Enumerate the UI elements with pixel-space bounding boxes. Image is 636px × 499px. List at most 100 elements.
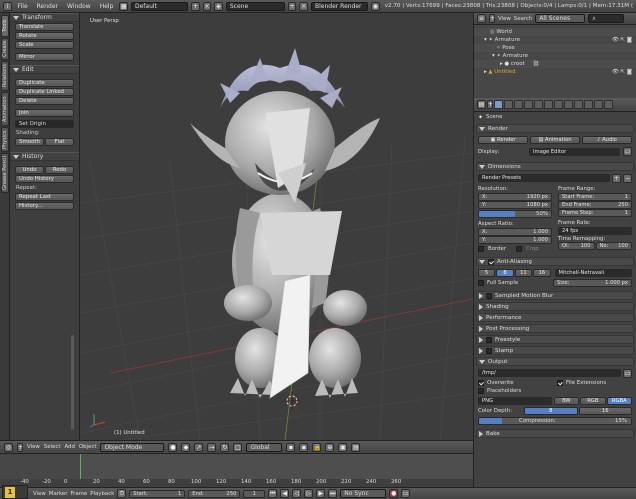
object-tab-icon[interactable] [534, 100, 543, 109]
editor-type-icon[interactable]: ▤ [477, 100, 486, 109]
tab-animation[interactable]: Animation [1, 92, 9, 126]
file-extensions-checkbox[interactable] [557, 380, 563, 386]
pivot-point-icon[interactable]: ◆ [181, 442, 191, 452]
play-reverse-icon[interactable]: ◁ [292, 489, 302, 498]
translate-manipulator-icon[interactable]: → [207, 442, 217, 452]
snap-icon[interactable]: ⊕ [325, 442, 335, 452]
join-button[interactable]: Join [15, 109, 74, 117]
opengl-render-icon[interactable]: ▤ [351, 442, 361, 452]
layer-buttons-icon[interactable]: ▪ [286, 442, 296, 452]
audio-button[interactable]: ♪ Audio [582, 136, 632, 144]
render-engine-dropdown[interactable]: Blender Render [311, 1, 369, 11]
tool-shelf-scrollbar[interactable] [71, 335, 74, 430]
color-rgb-button[interactable]: RGB [580, 397, 606, 405]
full-sample-checkbox[interactable] [478, 280, 484, 286]
outliner-item-croot[interactable]: ▸ ● croot ⛓ [474, 60, 636, 68]
transform-orientation-dropdown[interactable]: Global [246, 442, 283, 452]
smooth-button[interactable]: Smooth [15, 138, 44, 146]
anti-aliasing-panel-header[interactable]: Anti-Aliasing [476, 257, 634, 266]
editor-type-icon[interactable]: ◎ [4, 442, 13, 452]
outliner-item-world[interactable]: ◍ World [474, 28, 636, 36]
color-rgba-button[interactable]: RGBA [606, 397, 632, 405]
compression-slider[interactable]: Compression: 15% [478, 417, 632, 425]
motion-blur-checkbox[interactable] [486, 292, 492, 299]
rotate-manipulator-icon[interactable]: ↻ [220, 442, 230, 452]
keying-set-icon[interactable]: ▭ [401, 489, 411, 498]
redo-button[interactable]: Redo [45, 166, 74, 174]
prev-keyframe-icon[interactable]: ◀ [280, 489, 290, 498]
modifiers-tab-icon[interactable] [554, 100, 563, 109]
duplicate-button[interactable]: Duplicate [15, 79, 74, 87]
outliner-item-armature[interactable]: ▾ ✦ Armature 👁 ⇱ ◙ [474, 36, 636, 44]
scale-button[interactable]: Scale [15, 41, 74, 49]
time-remap-new-field[interactable]: Ne: 100 [595, 242, 632, 250]
render-layers-tab-icon[interactable] [504, 100, 513, 109]
start-frame-field[interactable]: Start: 1 [129, 489, 186, 498]
color-depth-8-button[interactable]: 8 [524, 407, 578, 415]
set-origin-dropdown[interactable]: Set Origin [15, 120, 74, 128]
auto-keying-icon[interactable]: ● [389, 489, 399, 498]
material-tab-icon[interactable] [574, 100, 583, 109]
rotate-button[interactable]: Rotate [15, 32, 74, 40]
mode-dropdown[interactable]: Object Mode [100, 442, 165, 452]
border-checkbox[interactable] [478, 246, 484, 252]
history-button[interactable]: History... [15, 202, 74, 210]
frame-rate-dropdown[interactable]: 24 fps [558, 227, 632, 235]
outliner-item-pose[interactable]: ✧ Pose [474, 44, 636, 52]
menu-view[interactable]: View [498, 16, 511, 22]
menu-view[interactable]: View [33, 491, 46, 497]
menu-marker[interactable]: Marker [49, 491, 68, 497]
timeline-editor[interactable]: -40 -20 0 20 40 60 80 100 120 140 160 18… [0, 453, 473, 497]
menu-view[interactable]: View [27, 444, 40, 450]
add-preset-icon[interactable]: + [612, 174, 621, 183]
outliner-item-untitled[interactable]: ▸ ▲ Untitled 👁 ⇱ ◙ [474, 68, 636, 76]
screen-layout-icon[interactable]: ▦ [119, 1, 128, 11]
manipulator-icon[interactable]: ↗ [194, 442, 204, 452]
resolution-x-field[interactable]: X: 1920 px [478, 193, 552, 201]
frame-step-field[interactable]: Frame Step: 1 [558, 209, 632, 217]
bake-panel-header[interactable]: Bake [476, 429, 634, 438]
scene-dropdown[interactable]: Scene [225, 1, 285, 11]
tab-tools[interactable]: Tools [1, 15, 9, 37]
remove-layout-icon[interactable]: × [202, 1, 212, 11]
header-collapse-icon[interactable]: + [17, 442, 23, 452]
display-mode-dropdown[interactable]: All Scenes [535, 14, 586, 23]
time-remap-old-field[interactable]: Ol: 100 [558, 242, 595, 250]
motion-blur-panel-header[interactable]: Sampled Motion Blur [476, 291, 634, 300]
animation-button[interactable]: ▤ Animation [530, 136, 580, 144]
display-dropdown[interactable]: Image Editor [529, 147, 620, 156]
jump-end-icon[interactable]: ⏭ [328, 489, 338, 498]
lock-interface-icon[interactable]: ▭ [623, 147, 632, 156]
duplicate-linked-button[interactable]: Duplicate Linked [15, 88, 74, 96]
dimensions-panel-header[interactable]: Dimensions [476, 162, 634, 171]
search-field[interactable]: ⌕ [588, 14, 625, 23]
edit-panel-header[interactable]: Edit [10, 65, 79, 74]
render-presets-dropdown[interactable]: Render Presets [478, 174, 610, 182]
3d-cursor[interactable] [283, 392, 301, 410]
menu-select[interactable]: Select [44, 444, 61, 450]
stamp-panel-header[interactable]: Stamp [476, 346, 634, 355]
menu-object[interactable]: Object [79, 444, 97, 450]
physics-tab-icon[interactable] [604, 100, 613, 109]
overwrite-checkbox[interactable] [478, 380, 484, 386]
render-panel-header[interactable]: Render [476, 124, 634, 133]
aa-filter-dropdown[interactable]: Mitchell-Netravali [554, 269, 632, 277]
scene-tab-icon[interactable] [514, 100, 523, 109]
jump-start-icon[interactable]: ⏮ [268, 489, 278, 498]
particles-tab-icon[interactable] [594, 100, 603, 109]
editor-type-icon[interactable]: ≡ [477, 14, 486, 23]
history-panel-header[interactable]: History [10, 152, 79, 161]
end-frame-field[interactable]: End Frame: 250 [558, 201, 632, 209]
menu-search[interactable]: Search [514, 16, 533, 22]
add-layout-icon[interactable]: + [191, 1, 200, 11]
aspect-x-field[interactable]: X: 1.000 [478, 228, 552, 236]
output-panel-header[interactable]: Output [476, 357, 634, 366]
visibility-icons[interactable]: 👁 ⇱ ◙ [612, 36, 632, 44]
constraints-tab-icon[interactable] [544, 100, 553, 109]
menu-help[interactable]: Help [97, 3, 117, 10]
render-button[interactable]: ▣ Render [478, 136, 528, 144]
crop-checkbox[interactable] [516, 246, 523, 252]
undo-button[interactable]: Undo [15, 166, 44, 174]
stamp-checkbox[interactable] [486, 347, 492, 354]
scale-manipulator-icon[interactable]: □ [233, 442, 243, 452]
